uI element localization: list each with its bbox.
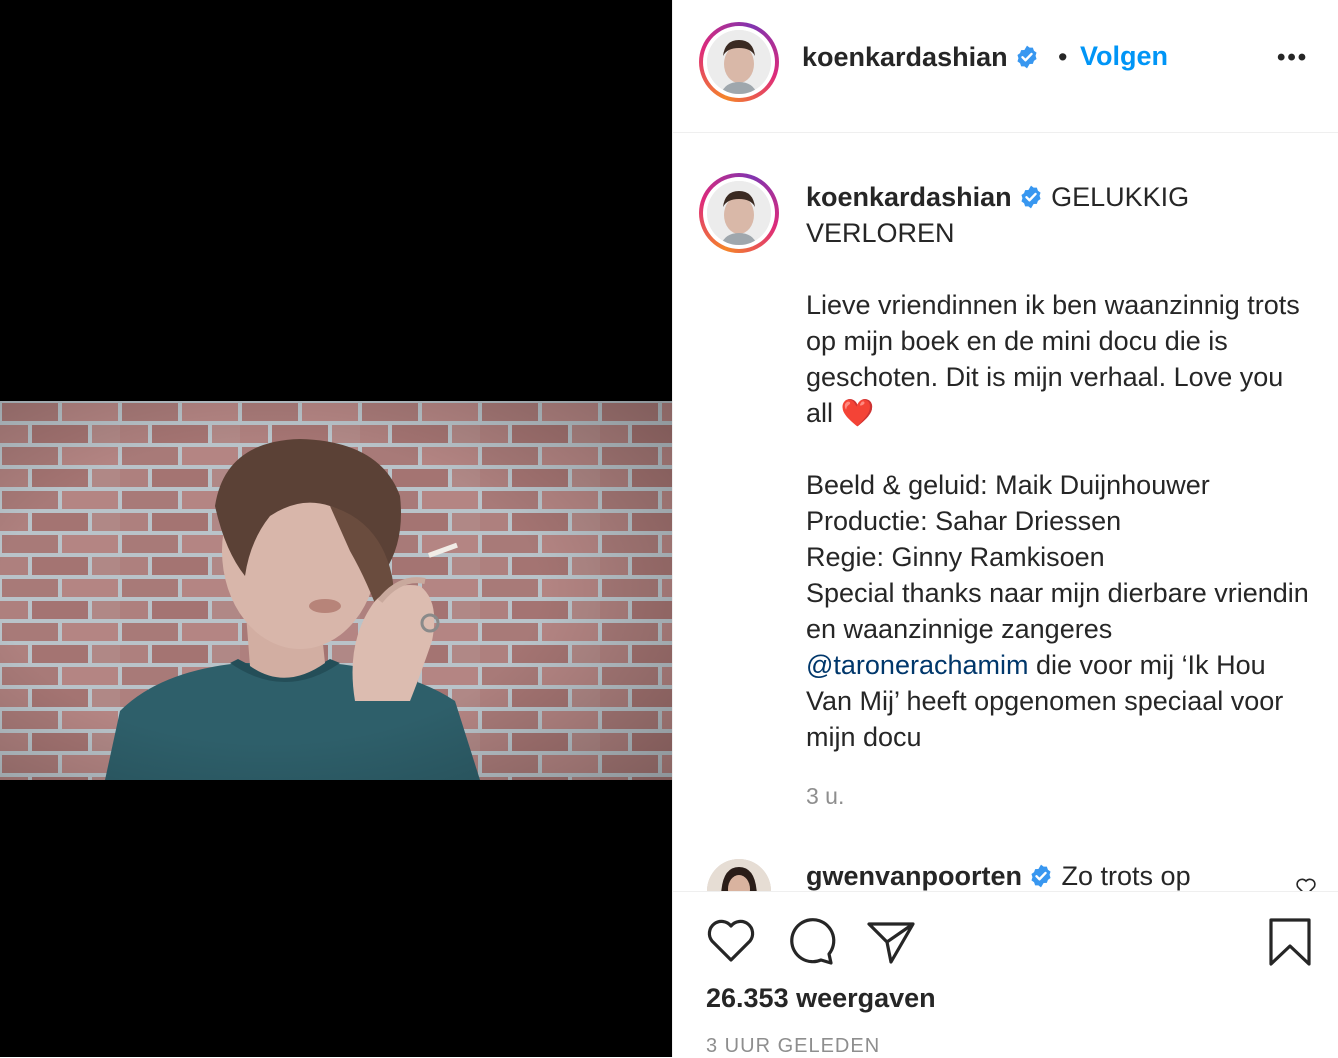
commenter-username[interactable]: gwenvanpoorten [806, 861, 1022, 891]
author-username[interactable]: koenkardashian [802, 42, 1040, 73]
video-still-image [0, 401, 672, 780]
heart-icon[interactable] [706, 918, 756, 964]
post-details-panel: koenkardashian • Volgen ••• koenkardashi… [672, 0, 1338, 1057]
verified-badge-icon [1021, 185, 1041, 209]
author-username-text[interactable]: koenkardashian [802, 42, 1008, 72]
credit-line: Special thanks naar mijn dierbare vriend… [806, 578, 1309, 644]
author-avatar[interactable] [699, 22, 779, 102]
post-media[interactable] [0, 0, 672, 1057]
mention-link[interactable]: @taronerachamim [806, 650, 1029, 680]
comment-body: Zo trots op [1061, 861, 1191, 891]
more-icon[interactable]: ••• [1277, 44, 1308, 72]
view-count[interactable]: 26.353 weergaven [706, 983, 936, 1014]
avatar-face-image [707, 859, 771, 891]
avatar-face-image [707, 30, 771, 94]
posted-time[interactable]: 3 UUR GELEDEN [706, 1035, 880, 1058]
commenter-avatar[interactable] [707, 859, 771, 891]
caption-username[interactable]: koenkardashian [806, 182, 1012, 212]
post-actions: 26.353 weergaven 3 UUR GELEDEN [673, 891, 1338, 1057]
follow-button[interactable]: Volgen [1080, 41, 1168, 72]
comment-like-heart-icon[interactable] [1295, 877, 1317, 891]
red-heart-emoji: ❤️ [840, 398, 875, 428]
avatar-face-image [707, 181, 771, 245]
credit-line: Productie: Sahar Driessen [806, 506, 1122, 536]
caption-paragraph: Lieve vriendinnen ik ben waanzinnig trot… [806, 290, 1300, 428]
caption-author-avatar[interactable] [699, 173, 779, 253]
post-header: koenkardashian • Volgen ••• [673, 0, 1338, 133]
credit-line: Regie: Ginny Ramkisoen [806, 542, 1105, 572]
verified-badge-icon [1017, 45, 1037, 69]
comment-text: gwenvanpoorten Zo trots op [806, 861, 1191, 891]
comments-section[interactable]: koenkardashian GELUKKIG VERLOREN Lieve v… [673, 133, 1338, 891]
comment-icon[interactable] [785, 916, 837, 966]
verified-badge-icon [1031, 864, 1051, 888]
bookmark-icon[interactable] [1267, 916, 1313, 968]
share-icon[interactable] [865, 918, 917, 966]
caption-time[interactable]: 3 u. [806, 783, 844, 810]
credit-line: Beeld & geluid: Maik Duijnhouwer [806, 470, 1210, 500]
separator-dot: • [1058, 42, 1068, 72]
caption-text: koenkardashian GELUKKIG VERLOREN Lieve v… [806, 179, 1311, 755]
video-frame[interactable] [0, 401, 672, 780]
